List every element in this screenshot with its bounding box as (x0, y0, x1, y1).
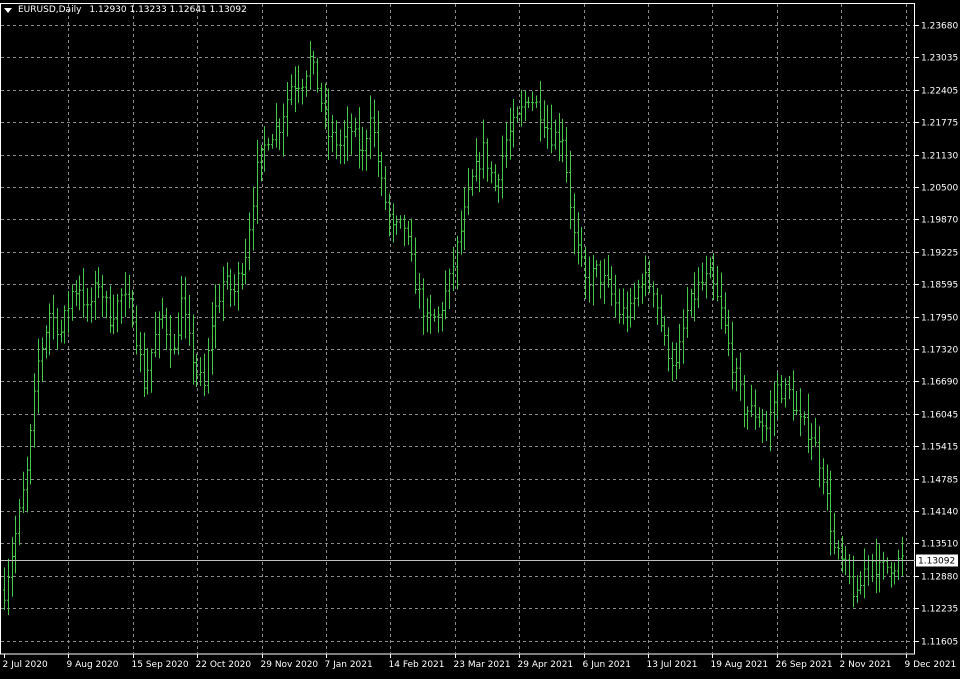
x-tick-label: 29 Apr 2021 (518, 660, 574, 670)
y-tick-label: 1.21775 (921, 119, 958, 129)
x-tick-label: 19 Aug 2021 (711, 660, 769, 670)
y-tick-label: 1.19870 (921, 216, 958, 226)
x-tick-label: 26 Sep 2021 (776, 660, 833, 670)
x-tick-label: 15 Sep 2020 (132, 660, 189, 670)
y-tick-label: 1.14785 (921, 476, 958, 486)
y-tick-label: 1.14140 (921, 508, 958, 518)
x-tick-label: 2 Nov 2021 (840, 660, 892, 670)
x-tick-label: 22 Oct 2020 (196, 660, 252, 670)
y-tick-label: 1.18595 (921, 281, 958, 291)
price-chart-svg[interactable]: 1.23680 1.23035 1.22405 1.21775 1.21130 1.205… (0, 0, 960, 675)
x-tick-label: 7 Jan 2021 (325, 660, 373, 670)
y-tick-label: 1.19225 (921, 249, 958, 259)
y-tick-label: 1.21130 (921, 152, 958, 162)
y-tick-label: 1.12235 (921, 605, 958, 615)
ohlc-values: 1.12930 1.13233 1.12641 1.13092 (89, 5, 247, 15)
x-tick-label: 9 Aug 2020 (67, 660, 119, 670)
x-tick-label: 14 Feb 2021 (389, 660, 445, 670)
collapse-triangle-icon[interactable] (4, 7, 12, 13)
chart-title-bar: EURUSD,Daily 1.12930 1.13233 1.12641 1.1… (4, 3, 247, 17)
y-tick-label: 1.17950 (921, 314, 958, 324)
y-tick-label: 1.13510 (921, 540, 958, 550)
y-tick-label: 1.12880 (921, 573, 958, 583)
x-tick-label: 13 Jul 2021 (647, 660, 698, 670)
x-tick-label: 9 Dec 2021 (905, 660, 957, 670)
x-tick-label: 23 Mar 2021 (454, 660, 511, 670)
chart-area[interactable]: 1.23680 1.23035 1.22405 1.21775 1.21130 1.205… (0, 0, 960, 675)
y-tick-label: 1.20500 (921, 184, 958, 194)
y-tick-label: 1.23035 (921, 54, 958, 64)
y-tick-label: 1.11605 (921, 638, 958, 648)
current-price-label: 1.13092 (918, 557, 955, 567)
y-tick-label: 1.22405 (921, 87, 958, 97)
x-tick-label: 2 Jul 2020 (3, 660, 48, 670)
symbol-label: EURUSD,Daily (18, 5, 82, 15)
y-tick-label: 1.15415 (921, 443, 958, 453)
y-tick-label: 1.16045 (921, 411, 958, 421)
y-tick-label: 1.17320 (921, 346, 958, 356)
x-tick-label: 6 Jun 2021 (583, 660, 631, 670)
y-tick-label: 1.16690 (921, 378, 958, 388)
x-tick-label: 29 Nov 2020 (261, 660, 319, 670)
y-tick-label: 1.23680 (921, 22, 958, 32)
